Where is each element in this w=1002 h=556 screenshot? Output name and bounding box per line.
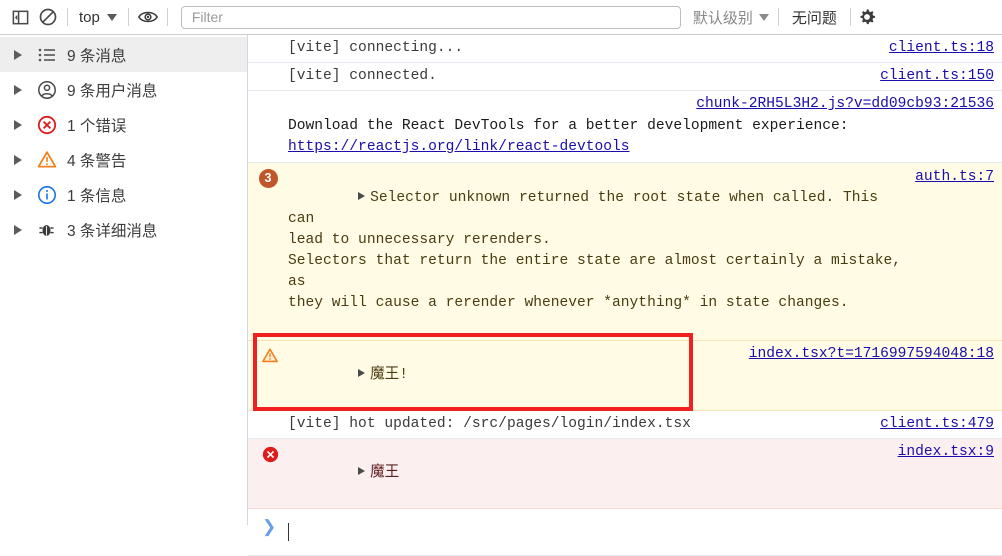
filter-input[interactable] xyxy=(189,8,672,26)
source-link[interactable]: client.ts:18 xyxy=(889,38,994,59)
chevron-down-icon xyxy=(106,13,117,21)
settings-button[interactable] xyxy=(856,6,880,28)
console-row-error[interactable]: 魔王 index.tsx:9 xyxy=(248,439,1002,509)
console-message-text: Selector unknown returned the root state… xyxy=(288,167,901,335)
eye-icon xyxy=(137,11,158,23)
prompt-chevron-icon: ❯ xyxy=(262,517,277,536)
warning-body-text: Selector unknown returned the root state… xyxy=(288,190,902,311)
text-cursor xyxy=(288,523,289,541)
console-row-warning[interactable]: 3 Selector unknown returned the root sta… xyxy=(248,163,1002,341)
console-message-text: Download the React DevTools for a better… xyxy=(288,118,849,134)
expand-arrow-icon[interactable] xyxy=(358,467,366,475)
source-link[interactable]: client.ts:479 xyxy=(880,414,994,435)
sidebar-toggle-button[interactable] xyxy=(6,3,34,31)
repeat-count-badge: 3 xyxy=(258,168,278,188)
filter-input-wrapper[interactable] xyxy=(180,5,681,29)
clear-console-button[interactable] xyxy=(34,3,62,31)
info-icon xyxy=(36,184,57,205)
repeat-count-badge-wrapper: 3 xyxy=(258,168,278,188)
sidebar-item-warnings[interactable]: 4 条警告 xyxy=(0,142,247,177)
source-link[interactable]: auth.ts:7 xyxy=(915,167,994,188)
console-message-text: [vite] connected. xyxy=(288,68,437,84)
expand-arrow-icon[interactable] xyxy=(14,49,22,60)
console-prompt-input[interactable] xyxy=(288,523,994,541)
log-levels-selector[interactable]: 默认级别 xyxy=(689,7,773,28)
panel-toggle-icon xyxy=(12,10,28,24)
console-message-text: [vite] hot updated: /src/pages/login/ind… xyxy=(288,416,691,432)
console-row-log[interactable]: [vite] connecting... client.ts:18 xyxy=(248,35,1002,63)
console-row-warning[interactable]: 魔王! index.tsx?t=1716997594048:18 xyxy=(248,341,1002,411)
sidebar-item-label: 1 个错误 xyxy=(67,117,127,135)
bug-icon xyxy=(36,219,57,240)
console-prompt-row[interactable]: ❯ xyxy=(248,509,1002,556)
sidebar-item-errors[interactable]: 1 个错误 xyxy=(0,107,247,142)
toolbar-divider-3 xyxy=(166,8,168,26)
expand-arrow-icon[interactable] xyxy=(14,189,22,200)
console-message-text: [vite] connecting... xyxy=(288,40,464,56)
error-icon xyxy=(260,444,280,464)
user-icon xyxy=(36,79,57,100)
issues-status[interactable]: 无问题 xyxy=(784,7,845,28)
expand-arrow-icon[interactable] xyxy=(358,369,366,377)
expand-arrow-icon[interactable] xyxy=(358,192,366,200)
sidebar-item-label: 4 条警告 xyxy=(67,152,127,170)
warning-icon xyxy=(36,149,57,170)
source-link[interactable]: chunk-2RH5L3H2.js?v=dd09cb93:21536 xyxy=(696,94,994,115)
toolbar-divider-2 xyxy=(127,8,129,26)
devtools-toolbar: top 默认级别 无问题 xyxy=(0,0,1002,35)
source-link[interactable]: index.tsx?t=1716997594048:18 xyxy=(749,344,994,365)
context-selector[interactable]: top xyxy=(73,6,123,28)
context-selector-label: top xyxy=(79,8,100,26)
console-row-log[interactable]: [vite] hot updated: /src/pages/login/ind… xyxy=(248,411,1002,439)
console-message-text: 魔王 xyxy=(288,442,884,505)
console-message-list: [vite] connecting... client.ts:18 [vite]… xyxy=(248,35,1002,556)
log-levels-label: 默认级别 xyxy=(692,9,753,27)
expand-arrow-icon[interactable] xyxy=(14,224,22,235)
sidebar-item-label: 9 条消息 xyxy=(67,47,127,65)
error-body-text: 魔王 xyxy=(370,465,400,481)
toolbar-divider-5 xyxy=(849,8,851,26)
console-row-log[interactable]: [vite] connected. client.ts:150 xyxy=(248,63,1002,91)
warning-body-text: 魔王! xyxy=(370,367,409,383)
sidebar-item-label: 1 条信息 xyxy=(67,187,127,205)
expand-arrow-icon[interactable] xyxy=(14,119,22,130)
error-icon xyxy=(36,114,57,135)
clear-console-icon xyxy=(39,8,57,26)
warning-icon xyxy=(260,345,280,365)
console-row-log[interactable]: chunk-2RH5L3H2.js?v=dd09cb93:21536 Downl… xyxy=(248,91,1002,163)
sidebar-item-messages[interactable]: 9 条消息 xyxy=(0,37,247,72)
source-link[interactable]: index.tsx:9 xyxy=(898,442,994,463)
sidebar-item-label: 9 条用户消息 xyxy=(67,82,158,100)
list-icon xyxy=(36,44,57,65)
console-sidebar: 9 条消息 9 条用户消息 1 个错误 4 条警告 1 条信息 3 条详细消息 xyxy=(0,35,248,525)
toolbar-divider-4 xyxy=(777,8,779,26)
sidebar-item-label: 3 条详细消息 xyxy=(67,222,158,240)
gear-icon xyxy=(860,9,875,25)
console-message-text: 魔王! xyxy=(288,344,735,407)
toolbar-divider-1 xyxy=(67,8,68,26)
sidebar-item-info[interactable]: 1 条信息 xyxy=(0,177,247,212)
console-workspace: 9 条消息 9 条用户消息 1 个错误 4 条警告 1 条信息 3 条详细消息 … xyxy=(0,35,1002,556)
sidebar-item-verbose[interactable]: 3 条详细消息 xyxy=(0,212,247,247)
expand-arrow-icon[interactable] xyxy=(14,154,22,165)
expand-arrow-icon[interactable] xyxy=(14,84,22,95)
source-link[interactable]: client.ts:150 xyxy=(880,66,994,87)
chevron-down-icon xyxy=(758,13,769,21)
live-expression-button[interactable] xyxy=(134,3,162,31)
sidebar-item-user-messages[interactable]: 9 条用户消息 xyxy=(0,72,247,107)
react-devtools-link[interactable]: https://reactjs.org/link/react-devtools xyxy=(288,137,630,158)
